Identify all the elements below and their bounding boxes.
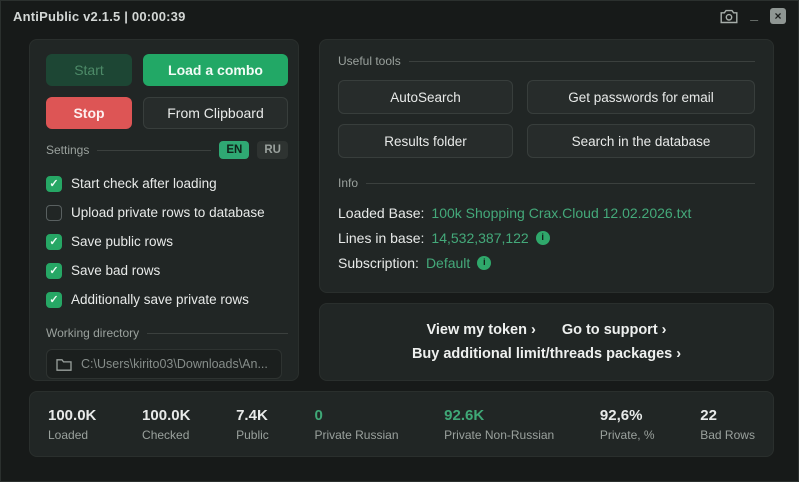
loaded-base-row: Loaded Base: 100k Shopping Crax.Cloud 12… xyxy=(338,200,755,225)
window-controls: _ × xyxy=(720,8,786,24)
buy-packages-link[interactable]: Buy additional limit/threads packages › xyxy=(412,346,681,362)
settings-label: Settings xyxy=(46,143,89,157)
checkbox-upload-private-rows[interactable]: Upload private rows to database xyxy=(46,198,288,227)
lines-in-base-row: Lines in base: 14,532,387,122 i xyxy=(338,225,755,250)
checkbox-icon[interactable] xyxy=(46,292,62,308)
window-title: AntiPublic v2.1.5 | 00:00:39 xyxy=(13,9,186,24)
settings-checkbox-list: Start check after loading Upload private… xyxy=(46,169,288,314)
search-database-button[interactable]: Search in the database xyxy=(527,124,755,158)
stop-button[interactable]: Stop xyxy=(46,97,132,129)
screenshot-camera-icon[interactable] xyxy=(720,9,738,24)
minimize-icon[interactable]: _ xyxy=(750,6,758,22)
titlebar: AntiPublic v2.1.5 | 00:00:39 _ × xyxy=(1,1,798,31)
links-row: View my token › Go to support › xyxy=(426,322,666,338)
from-clipboard-button[interactable]: From Clipboard xyxy=(143,97,288,129)
view-my-token-link[interactable]: View my token › xyxy=(426,322,535,338)
stat-bad-rows: 22 Bad Rows xyxy=(700,407,755,442)
working-directory-label: Working directory xyxy=(46,326,139,340)
stats-bar: 100.0K Loaded 100.0K Checked 7.4K Public… xyxy=(29,391,774,457)
stat-private-russian: 0 Private Russian xyxy=(314,407,398,442)
subscription-row: Subscription: Default i xyxy=(338,250,755,275)
info-rows: Loaded Base: 100k Shopping Crax.Cloud 12… xyxy=(338,200,755,275)
stat-private-non-russian: 92.6K Private Non-Russian xyxy=(444,407,554,442)
divider xyxy=(147,333,288,334)
app-window: AntiPublic v2.1.5 | 00:00:39 _ × Start L… xyxy=(0,0,799,482)
subscription-value: Default xyxy=(426,255,470,271)
checkbox-save-public-rows[interactable]: Save public rows xyxy=(46,227,288,256)
load-combo-button[interactable]: Load a combo xyxy=(143,54,288,86)
info-label: Info xyxy=(338,176,358,190)
working-directory-header: Working directory xyxy=(46,326,288,340)
lines-in-base-value: 14,532,387,122 xyxy=(431,230,528,246)
language-toggle-en[interactable]: EN xyxy=(219,141,249,159)
checkbox-save-bad-rows[interactable]: Save bad rows xyxy=(46,256,288,285)
get-passwords-button[interactable]: Get passwords for email xyxy=(527,80,755,114)
stat-loaded: 100.0K Loaded xyxy=(48,407,96,442)
info-icon[interactable]: i xyxy=(536,231,550,245)
stat-checked: 100.0K Checked xyxy=(142,407,190,442)
checkbox-icon[interactable] xyxy=(46,205,62,221)
stat-private-percent: 92,6% Private, % xyxy=(600,407,655,442)
tools-panel: Useful tools AutoSearch Get passwords fo… xyxy=(319,39,774,293)
language-toggle-ru[interactable]: RU xyxy=(257,141,288,159)
close-icon[interactable]: × xyxy=(770,8,786,24)
info-section-header: Info xyxy=(338,176,755,190)
loaded-base-value[interactable]: 100k Shopping Crax.Cloud 12.02.2026.txt xyxy=(431,205,691,221)
subscription-label: Subscription: xyxy=(338,255,419,271)
run-buttons: Start Load a combo Stop From Clipboard xyxy=(46,54,288,129)
links-panel: View my token › Go to support › Buy addi… xyxy=(319,303,774,381)
loaded-base-label: Loaded Base: xyxy=(338,205,424,221)
results-folder-button[interactable]: Results folder xyxy=(338,124,513,158)
divider xyxy=(366,183,755,184)
checkbox-icon[interactable] xyxy=(46,176,62,192)
tools-buttons: AutoSearch Get passwords for email Resul… xyxy=(338,80,755,158)
checkbox-start-check-after-loading[interactable]: Start check after loading xyxy=(46,169,288,198)
divider xyxy=(97,150,211,151)
lines-in-base-label: Lines in base: xyxy=(338,230,424,246)
divider xyxy=(409,61,755,62)
folder-icon[interactable] xyxy=(56,358,72,371)
start-button[interactable]: Start xyxy=(46,54,132,86)
autosearch-button[interactable]: AutoSearch xyxy=(338,80,513,114)
working-directory-input[interactable]: C:\Users\kirito03\Downloads\An... xyxy=(46,349,282,379)
checkbox-additionally-save-private-rows[interactable]: Additionally save private rows xyxy=(46,285,288,314)
useful-tools-header: Useful tools xyxy=(338,54,755,68)
checkbox-icon[interactable] xyxy=(46,263,62,279)
useful-tools-label: Useful tools xyxy=(338,54,401,68)
info-icon[interactable]: i xyxy=(477,256,491,270)
settings-section-header: Settings EN RU xyxy=(46,141,288,159)
control-panel: Start Load a combo Stop From Clipboard S… xyxy=(29,39,299,381)
stat-public: 7.4K Public xyxy=(236,407,269,442)
go-to-support-link[interactable]: Go to support › xyxy=(562,322,667,338)
working-directory-path: C:\Users\kirito03\Downloads\An... xyxy=(81,357,268,371)
checkbox-icon[interactable] xyxy=(46,234,62,250)
